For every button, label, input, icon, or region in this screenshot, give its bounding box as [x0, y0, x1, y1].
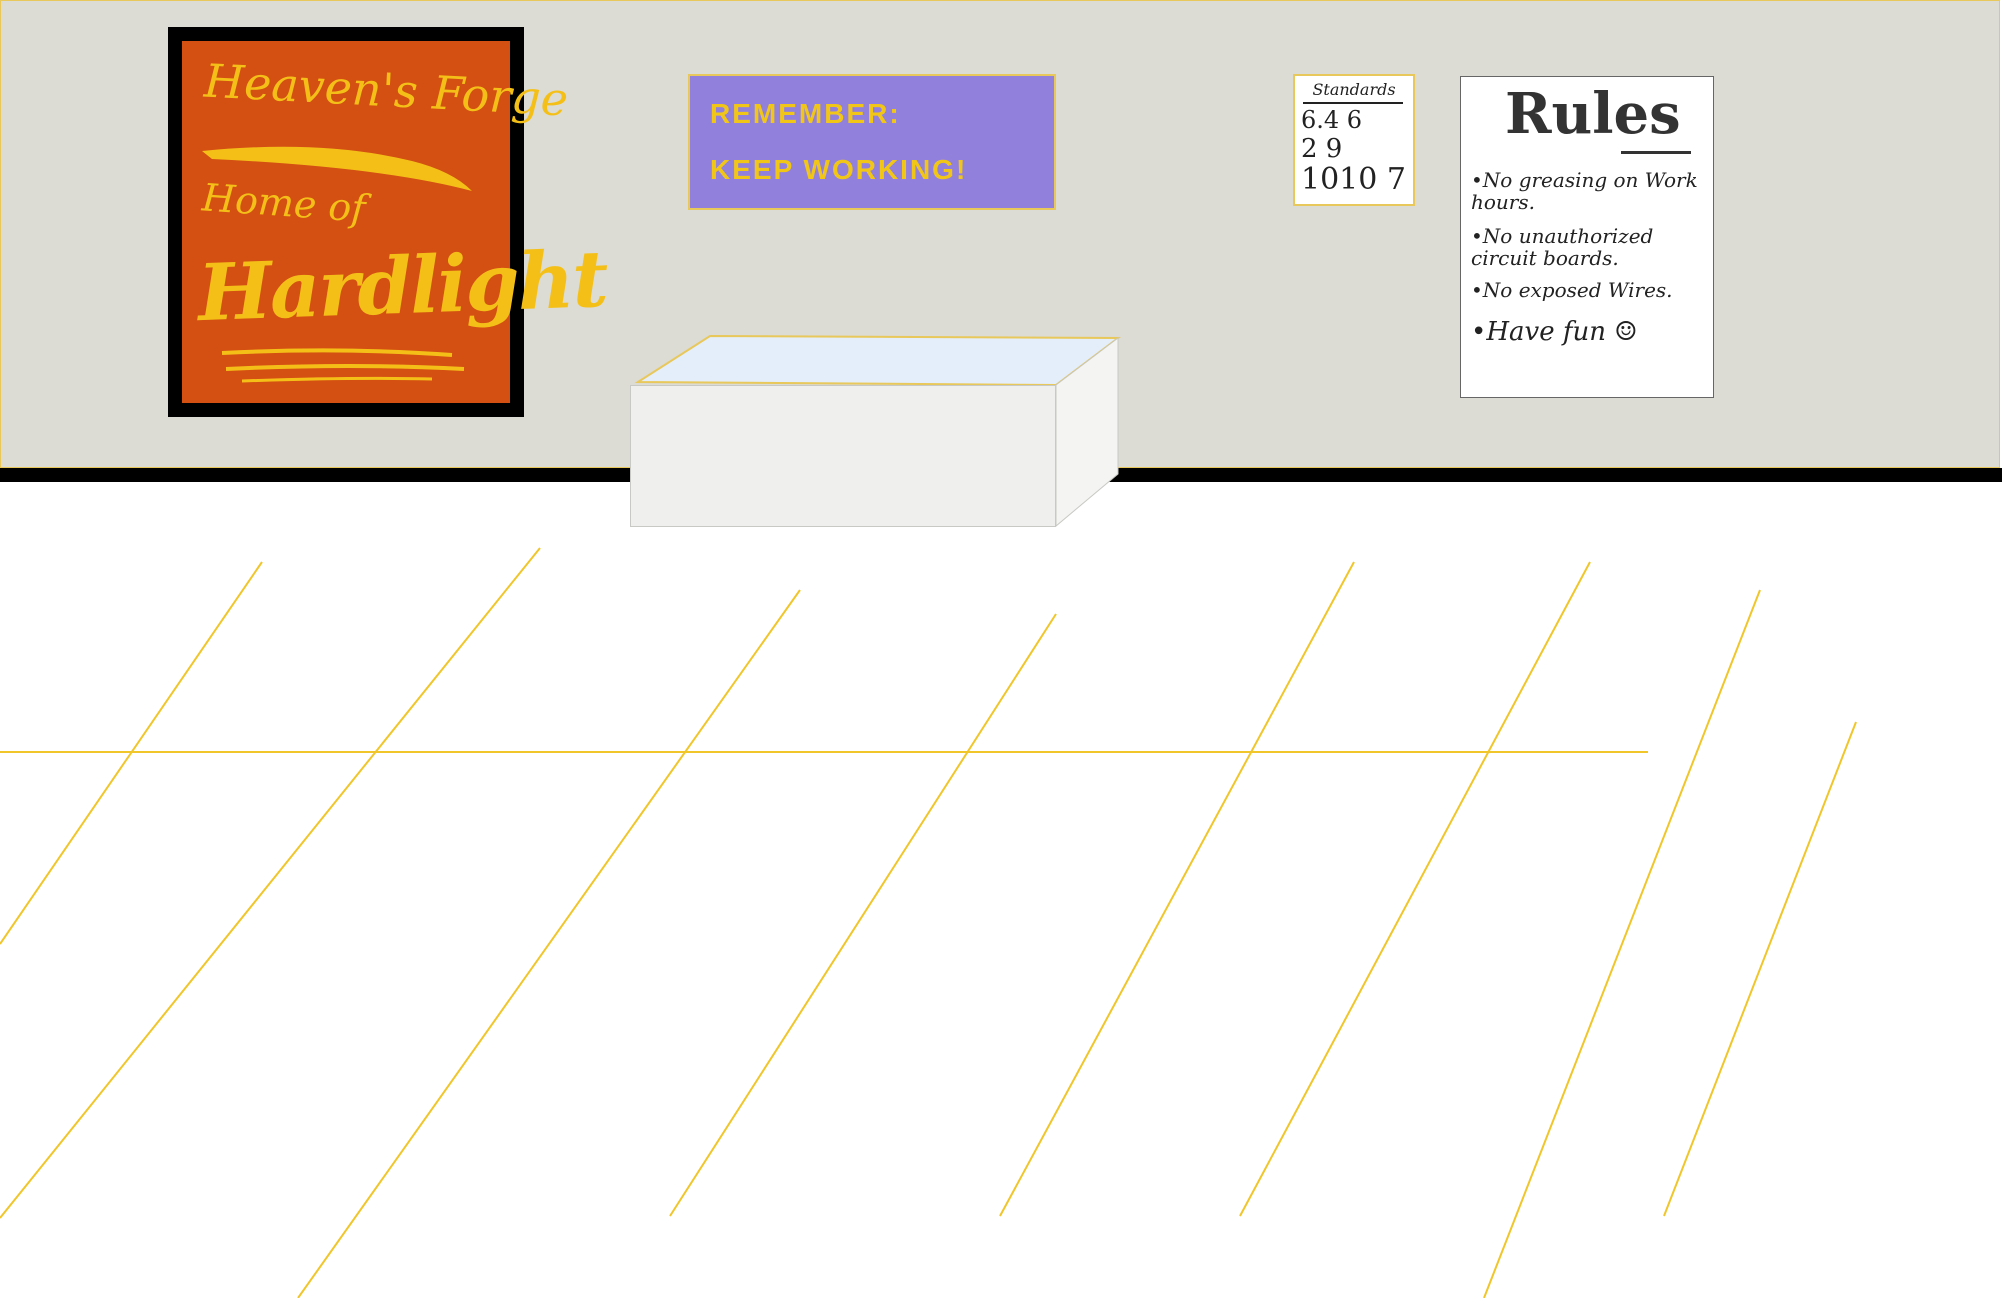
- floor-diagonal-line: [0, 561, 263, 945]
- floor-diagonal-line: [1483, 589, 1761, 1298]
- floor-diagonal-line: [297, 589, 801, 1298]
- standards-row-1: 6.4 6: [1301, 106, 1363, 134]
- floor-diagonal-line: [669, 613, 1057, 1217]
- rule-item: •No exposed Wires.: [1471, 278, 1673, 302]
- standards-note[interactable]: Standards 6.4 6 2 9 1010 7: [1293, 74, 1415, 206]
- rules-note[interactable]: Rules •No greasing on Work hours. •No un…: [1460, 76, 1714, 398]
- desk-front[interactable]: [630, 385, 1056, 527]
- floor-diagonal-line: [1663, 721, 1857, 1217]
- floor-diagonal-line: [999, 561, 1355, 1217]
- rules-underline: [1621, 151, 1691, 154]
- heavens-forge-poster: Heaven's Forge Home of Hardlight: [168, 27, 608, 417]
- sign-line-2: KEEP WORKING!: [710, 154, 968, 185]
- standards-divider: [1303, 102, 1403, 104]
- rule-item: •No unauthorized circuit boards.: [1471, 224, 1654, 270]
- rule-item: •No greasing on Work hours.: [1471, 168, 1698, 214]
- keep-working-sign: REMEMBER: KEEP WORKING!: [688, 74, 1056, 210]
- game-scene: Heaven's Forge Home of Hardlight REMEMBE…: [0, 0, 2002, 1298]
- standards-title: Standards: [1312, 80, 1396, 99]
- standards-row-3: 1010 7: [1301, 162, 1406, 197]
- poster-line-3: Hardlight: [196, 233, 608, 340]
- sign-line-1: REMEMBER:: [710, 98, 901, 129]
- poster-canvas: Heaven's Forge Home of Hardlight: [182, 41, 608, 403]
- rules-title: Rules: [1505, 81, 1681, 147]
- floor-diagonal-line: [0, 547, 541, 1219]
- standards-row-2: 2 9: [1301, 134, 1343, 164]
- rule-item: •Have fun ☺: [1471, 317, 1638, 347]
- floor-diagonal-line: [1239, 561, 1591, 1217]
